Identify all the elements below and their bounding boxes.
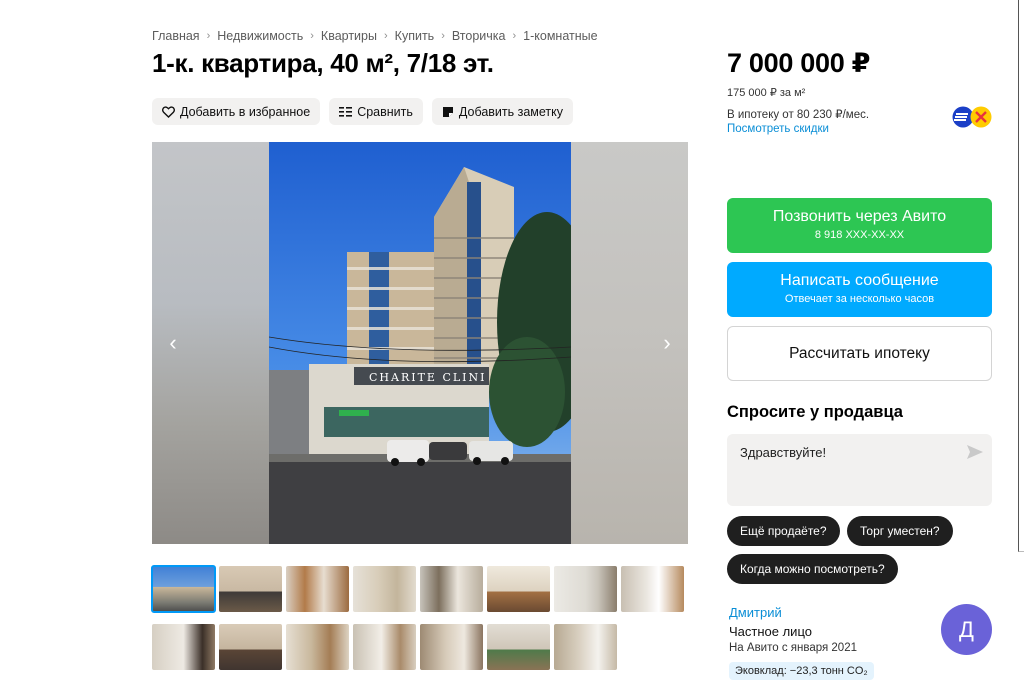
breadcrumb-item-apartments[interactable]: Квартиры: [321, 29, 377, 43]
message-button-sub: Отвечает за несколько часов: [784, 293, 935, 305]
breadcrumb-item-one-room[interactable]: 1-комнатные: [523, 29, 597, 43]
message-button-label: Написать сообщение: [780, 272, 939, 289]
seller-since: На Авито с января 2021: [729, 642, 857, 654]
window-edge-divider: [1018, 0, 1024, 552]
message-button[interactable]: Написать сообщение Отвечает за несколько…: [727, 262, 992, 317]
photo-thumbnail[interactable]: [487, 624, 550, 670]
photo-thumbnail[interactable]: [152, 624, 215, 670]
photo-thumbnail[interactable]: [286, 624, 349, 670]
call-button[interactable]: Позвонить через Авито 8 918 XXX-XX-XX: [727, 198, 992, 253]
add-favorite-label: Добавить в избранное: [180, 104, 311, 119]
photo-thumbnail[interactable]: [353, 566, 416, 612]
thumbnail-strip: [151, 565, 684, 670]
photo-thumbnail[interactable]: [286, 566, 349, 612]
eco-badge: Эковклад: −23,3 тонн CO₂: [729, 662, 874, 680]
chevron-right-icon: ›: [512, 30, 517, 42]
photo-thumbnail[interactable]: [554, 566, 617, 612]
add-note-button[interactable]: Добавить заметку: [431, 98, 574, 125]
call-button-label: Позвонить через Авито: [772, 208, 947, 225]
add-favorite-button[interactable]: Добавить в избранное: [152, 98, 321, 125]
listing-actions: Добавить в избранное Сравнить Добавить з…: [152, 98, 574, 125]
mortgage-info: В ипотеку от 80 230 ₽/мес.: [727, 109, 870, 121]
bank-logo-icon[interactable]: [951, 106, 992, 128]
chevron-right-icon: ›: [206, 30, 211, 42]
breadcrumb: Главная › Недвижимость › Квартиры › Купи…: [152, 29, 598, 43]
send-icon[interactable]: [967, 445, 983, 459]
avatar[interactable]: Д: [941, 604, 992, 655]
breadcrumb-item-home[interactable]: Главная: [152, 29, 200, 43]
breadcrumb-item-buy[interactable]: Купить: [395, 29, 435, 43]
breadcrumb-item-realty[interactable]: Недвижимость: [217, 29, 303, 43]
photo-thumbnail[interactable]: [487, 566, 550, 612]
compare-button[interactable]: Сравнить: [329, 98, 423, 125]
photo-thumbnail[interactable]: [219, 566, 282, 612]
photo-gallery[interactable]: CHARITE CLINI ‹ ›: [152, 142, 688, 544]
quick-question-chip[interactable]: Ещё продаёте?: [727, 516, 840, 546]
compare-icon: [339, 106, 353, 118]
photo-thumbnail[interactable]: [621, 566, 684, 612]
chevron-right-icon: ›: [383, 30, 388, 42]
seller-type: Частное лицо: [729, 624, 812, 639]
ask-seller-title: Спросите у продавца: [727, 403, 903, 421]
note-icon: [442, 106, 454, 118]
quick-question-chip[interactable]: Торг уместен?: [847, 516, 953, 546]
quick-question-chip[interactable]: Когда можно посмотреть?: [727, 554, 898, 584]
add-note-label: Добавить заметку: [458, 104, 564, 119]
chevron-right-icon: ›: [441, 30, 445, 42]
breadcrumb-item-secondary[interactable]: Вторичка: [452, 29, 506, 43]
gallery-prev-arrow-icon[interactable]: ‹: [160, 328, 186, 358]
ask-seller-text[interactable]: Здравствуйте!: [740, 445, 826, 460]
discount-link[interactable]: Посмотреть скидки: [727, 123, 829, 135]
photo-thumbnail[interactable]: [353, 624, 416, 670]
price-per-m2: 175 000 ₽ за м²: [727, 87, 806, 99]
call-button-phone: 8 918 XXX-XX-XX: [814, 229, 905, 241]
calc-mortgage-button[interactable]: Рассчитать ипотеку: [727, 326, 992, 381]
main-photo[interactable]: CHARITE CLINI: [269, 142, 571, 544]
photo-thumbnail[interactable]: [151, 565, 216, 613]
photo-thumbnail[interactable]: [420, 566, 483, 612]
clinic-sign-text: CHARITE CLINI: [369, 371, 486, 384]
gallery-next-arrow-icon[interactable]: ›: [654, 328, 680, 358]
compare-label: Сравнить: [357, 104, 413, 119]
photo-thumbnail[interactable]: [420, 624, 483, 670]
chevron-right-icon: ›: [310, 30, 314, 42]
ask-seller-input[interactable]: Здравствуйте!: [727, 434, 992, 506]
heart-icon: [162, 105, 175, 118]
price-total: 7 000 000 ₽: [727, 48, 871, 78]
photo-thumbnail[interactable]: [219, 624, 282, 670]
photo-thumbnail[interactable]: [554, 624, 617, 670]
seller-name[interactable]: Дмитрий: [729, 605, 782, 620]
page-title: 1-к. квартира, 40 м², 7/18 эт.: [152, 48, 494, 78]
